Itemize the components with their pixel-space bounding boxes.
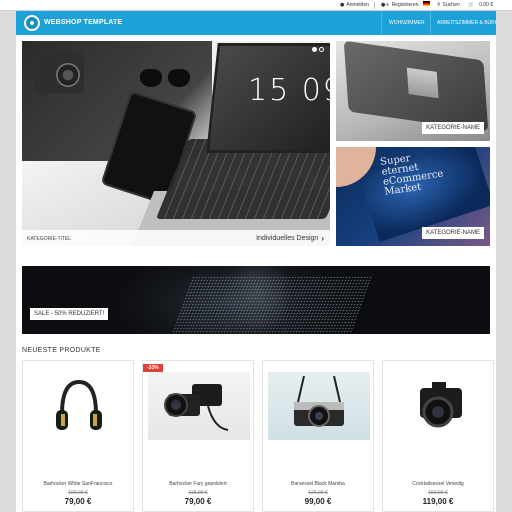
product-price: 99,00 € xyxy=(304,497,332,506)
search-link[interactable]: ⚲ Suchen xyxy=(437,1,460,10)
product-price: 119,00 € xyxy=(422,497,454,506)
sale-label: SALE - 50% REDUZIERT! xyxy=(30,308,109,320)
nav-item-wohnzimmer[interactable]: WOHNZIMMER xyxy=(389,17,425,29)
product-old-price: 150,00 € xyxy=(428,490,448,496)
slider-dots xyxy=(312,47,324,52)
login-label: Anmelden xyxy=(346,2,369,8)
login-link[interactable]: ● Anmelden xyxy=(340,1,369,10)
sale-banner[interactable]: SALE - 50% REDUZIERT! xyxy=(22,266,490,334)
logo-icon[interactable] xyxy=(24,15,40,31)
register-label: Registrieren xyxy=(391,2,419,8)
category-label: KATEGORIE-NAME xyxy=(422,227,484,239)
product-name[interactable]: Cocktailsessel Venedig xyxy=(383,481,493,487)
category-label: KATEGORIE-NAME xyxy=(422,122,484,134)
user-icon: ● xyxy=(340,2,345,8)
logo-text[interactable]: WEBSHOP TEMPLATE xyxy=(44,17,122,29)
product-card[interactable]: -33% Barhocker Fury gepolstert 118,00 € … xyxy=(142,360,254,512)
product-name[interactable]: Barsessel Black Mamba xyxy=(263,481,373,487)
chevron-right-icon: › xyxy=(321,234,324,243)
product-image xyxy=(388,372,490,440)
section-title: NEUESTE PRODUKTE xyxy=(22,347,101,354)
main-navbar: WEBSHOP TEMPLATE WOHNZIMMER ARBEITSZIMME… xyxy=(16,11,496,35)
camera-image xyxy=(34,53,84,93)
tablet-image xyxy=(343,41,489,132)
product-card[interactable]: Barsessel Black Mamba 126,00 € 99,00 € xyxy=(262,360,374,512)
slider-dot-active[interactable] xyxy=(312,47,317,52)
search-label: Suchen xyxy=(442,2,460,8)
product-card[interactable]: Cocktailsessel Venedig 150,00 € 119,00 € xyxy=(382,360,494,512)
product-image xyxy=(268,372,370,440)
camera-icon xyxy=(294,375,344,427)
laptop-clock-text: 15 09 5 xyxy=(248,73,330,108)
category-tile-2[interactable]: Super eternet eCommerce Market KATEGORIE… xyxy=(336,147,490,246)
discount-badge: -33% xyxy=(143,364,163,372)
language-flag[interactable] xyxy=(423,1,430,6)
banner-sparkle-image xyxy=(171,276,373,334)
product-name[interactable]: Barhocker White SanFrancisco xyxy=(23,481,133,487)
add-user-icon: ●+ xyxy=(381,2,390,8)
register-link[interactable]: ●+ Registrieren xyxy=(381,1,419,10)
product-image xyxy=(28,372,130,440)
product-name[interactable]: Barhocker Fury gepolstert xyxy=(143,481,253,487)
product-old-price: 126,00 € xyxy=(308,490,328,496)
camera-icon xyxy=(420,382,462,428)
product-image xyxy=(148,372,250,440)
product-price: 79,00 € xyxy=(184,497,212,506)
hero-category-title: KATEGORIE-TITEL xyxy=(27,236,72,242)
german-flag-icon xyxy=(423,1,430,6)
sunglasses-image xyxy=(140,69,196,93)
hero-design-link[interactable]: Individuelles Design › xyxy=(256,234,324,243)
cart-link[interactable]: 🛒 0,00 € xyxy=(468,1,493,10)
camera-icon xyxy=(164,384,229,431)
cart-icon: 🛒 xyxy=(468,2,475,8)
category-tile-1[interactable]: KATEGORIE-NAME xyxy=(336,41,490,141)
cart-total: 0,00 € xyxy=(479,2,494,8)
hero-design-label: Individuelles Design xyxy=(256,235,319,242)
slider-dot[interactable] xyxy=(319,47,324,52)
page-container: WEBSHOP TEMPLATE WOHNZIMMER ARBEITSZIMME… xyxy=(16,11,496,512)
product-old-price: 109,00 € xyxy=(68,490,88,496)
divider xyxy=(374,2,375,9)
hero-slider[interactable]: 15 09 5 KATEGORIE-TITEL Individuelles De… xyxy=(22,41,330,246)
product-price: 79,00 € xyxy=(64,497,92,506)
headphones-icon xyxy=(56,379,102,430)
search-icon: ⚲ xyxy=(437,2,441,8)
product-old-price: 118,00 € xyxy=(188,490,208,496)
top-utility-bar: ● Anmelden ●+ Registrieren ⚲ Suchen 🛒 0,… xyxy=(0,0,512,11)
nav-item-arbeitszimmer[interactable]: ARBEITSZIMMER & BÜRO xyxy=(437,17,496,29)
nav-divider xyxy=(381,11,382,35)
nav-divider xyxy=(430,11,431,35)
product-card[interactable]: Barhocker White SanFrancisco 109,00 € 79… xyxy=(22,360,134,512)
